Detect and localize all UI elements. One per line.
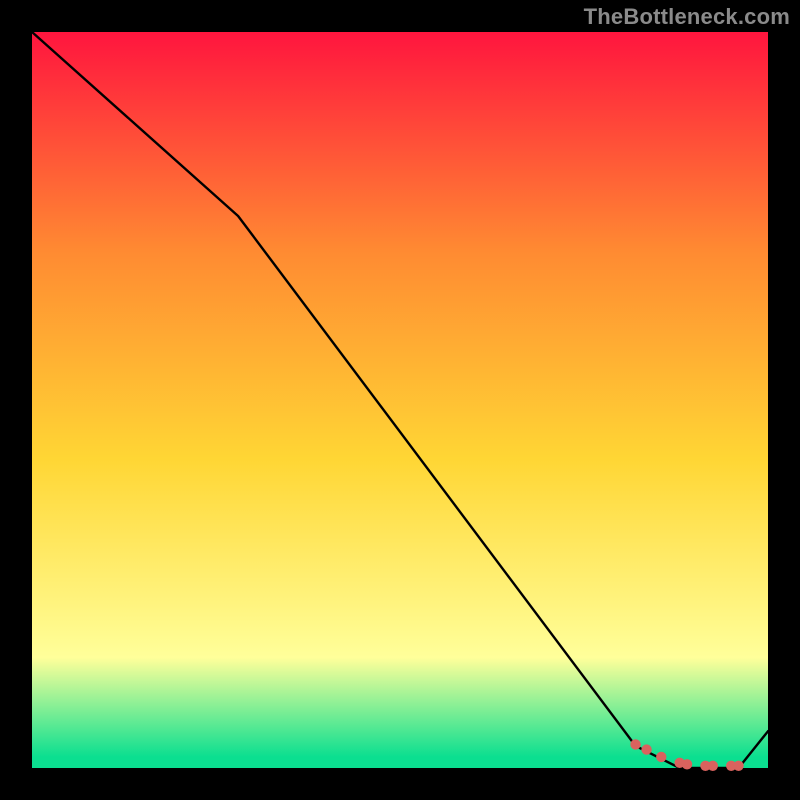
bottleneck-chart (0, 0, 800, 800)
plot-area (32, 32, 768, 768)
chart-canvas: TheBottleneck.com (0, 0, 800, 800)
data-marker (656, 752, 666, 762)
data-marker (630, 739, 640, 749)
data-marker (708, 761, 718, 771)
data-marker (641, 744, 651, 754)
data-marker (733, 761, 743, 771)
watermark-text: TheBottleneck.com (584, 4, 790, 30)
data-marker (682, 759, 692, 769)
